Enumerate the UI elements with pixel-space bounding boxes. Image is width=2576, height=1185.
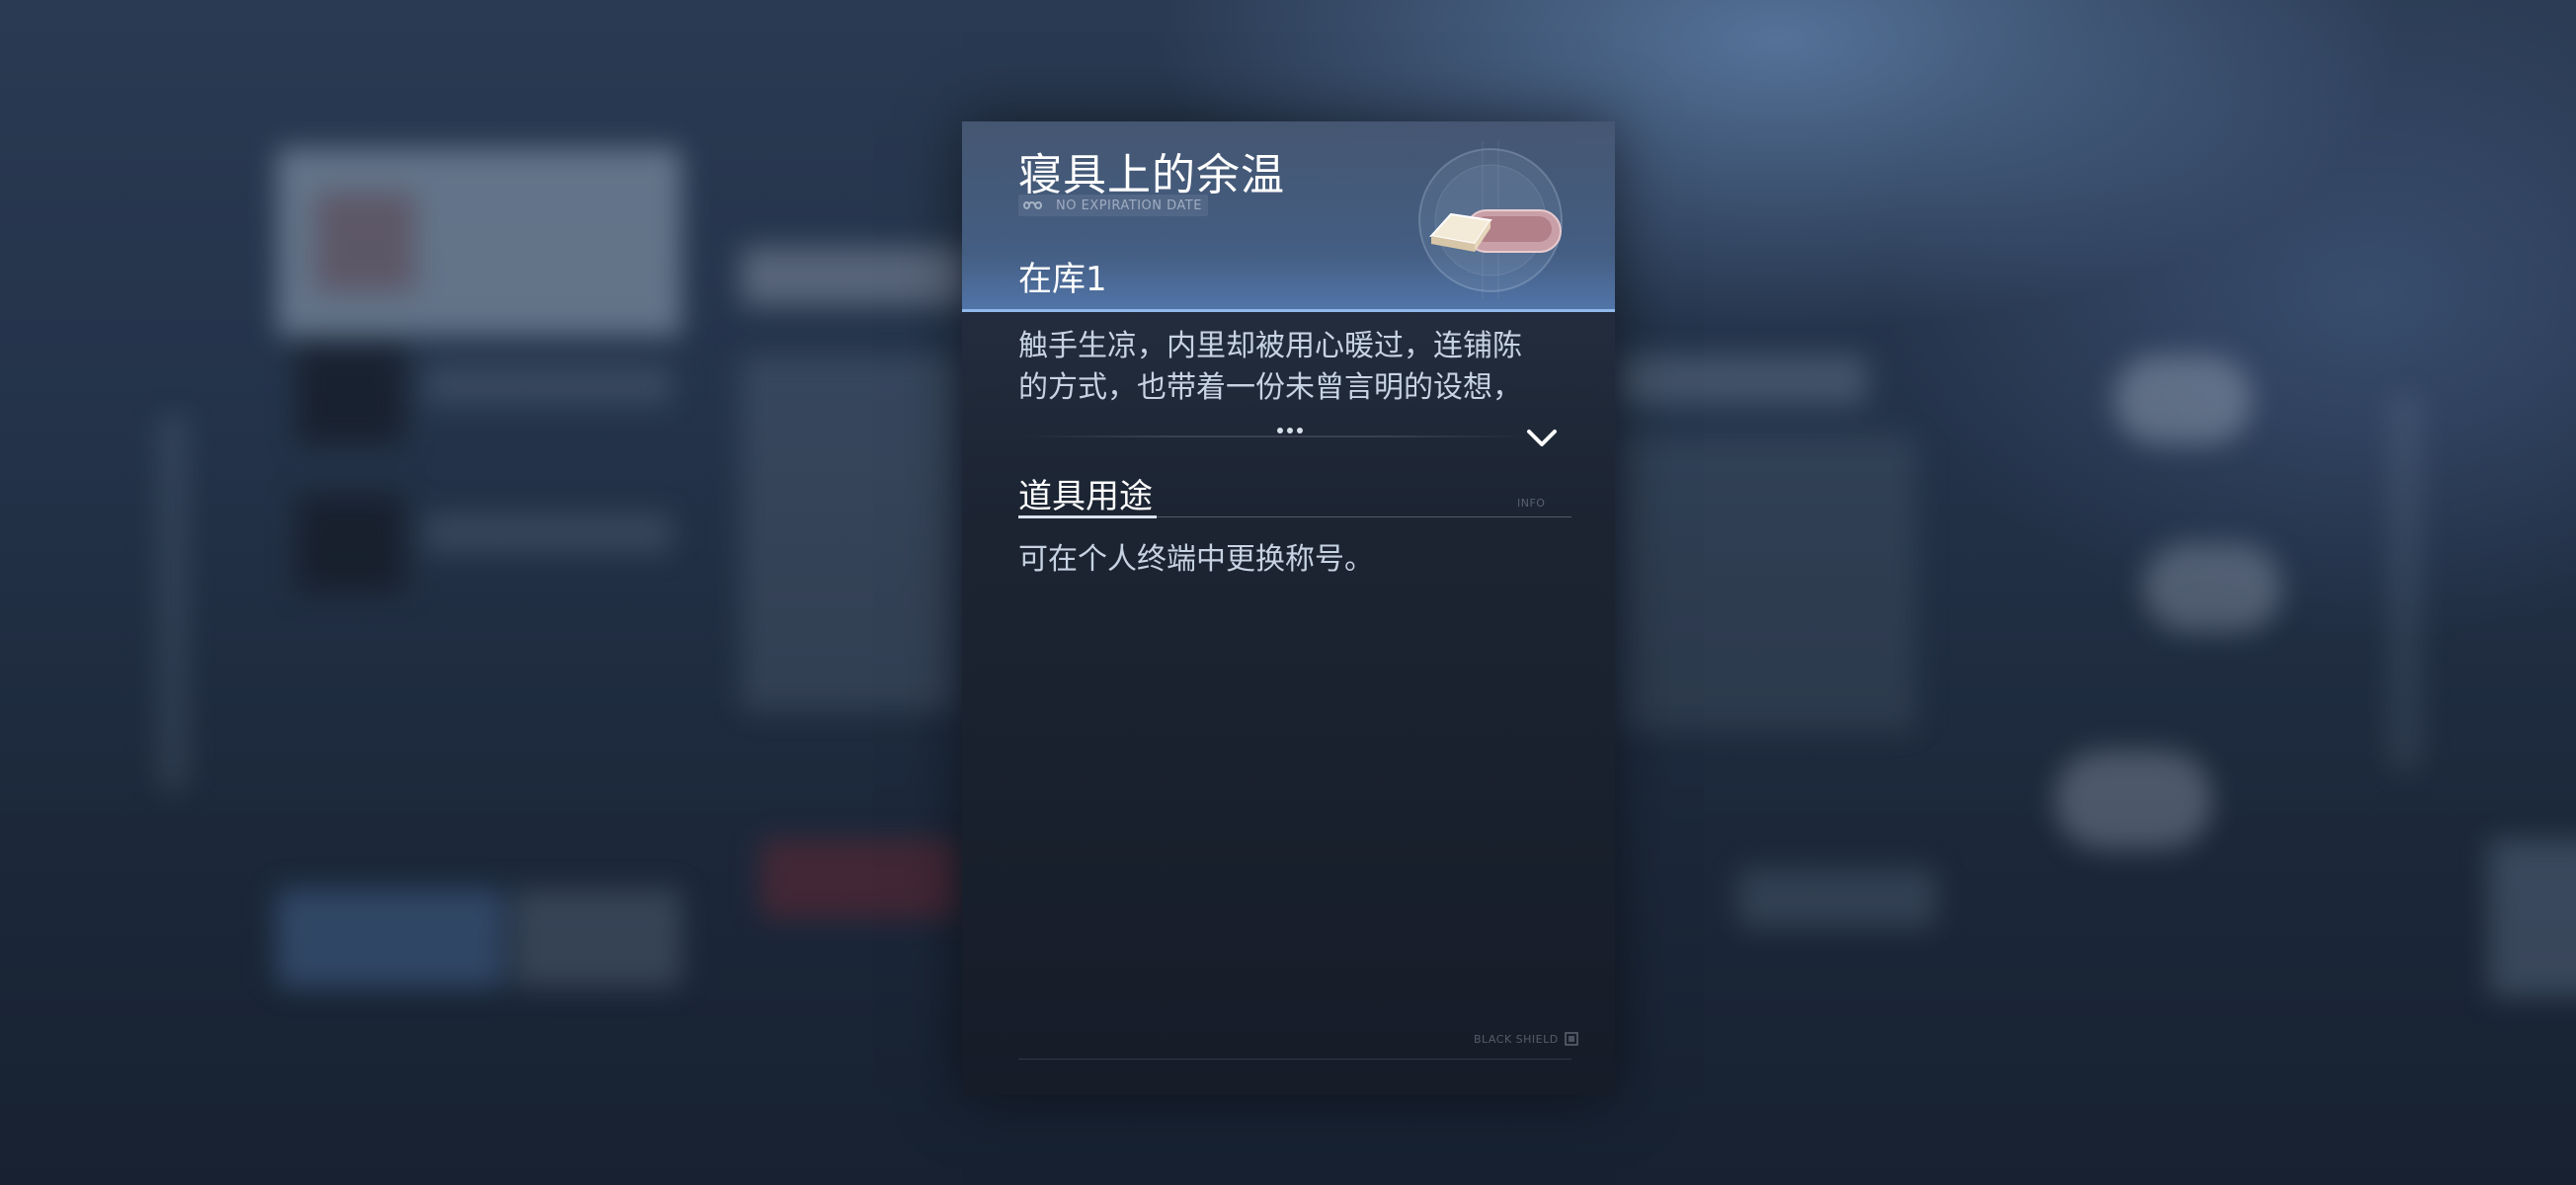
brand-square-icon bbox=[1564, 1032, 1578, 1046]
item-title: 寝具上的余温 bbox=[1018, 150, 1285, 200]
description-line: 的方式，也带着一份未曾言明的设想， bbox=[1018, 370, 1522, 405]
item-header: 寝具上的余温 NO EXPIRATION DATE 在库1 bbox=[962, 121, 1615, 312]
more-dots-icon bbox=[1275, 423, 1305, 438]
section-tag: INFO bbox=[1517, 497, 1546, 510]
expiry-text: NO EXPIRATION DATE bbox=[1056, 198, 1202, 213]
usage-text: 可在个人终端中更换称号。 bbox=[1018, 542, 1374, 577]
screen: 寝具上的余温 NO EXPIRATION DATE 在库1 触手生凉，内里却被用… bbox=[0, 0, 2576, 1185]
item-description: 触手生凉，内里却被用心暖过，连铺陈 的方式，也带着一份未曾言明的设想， bbox=[1018, 326, 1571, 409]
brand-text: BLACK SHIELD bbox=[1474, 1032, 1559, 1046]
stock-count: 在库1 bbox=[1018, 260, 1107, 299]
expiry-badge: NO EXPIRATION DATE bbox=[1018, 195, 1208, 216]
footer-divider bbox=[1018, 1059, 1571, 1060]
item-detail-panel: 寝具上的余温 NO EXPIRATION DATE 在库1 触手生凉，内里却被用… bbox=[962, 121, 1615, 1095]
chevron-down-icon[interactable] bbox=[1525, 426, 1559, 449]
section-title-underline bbox=[1018, 515, 1157, 518]
footer-brand: BLACK SHIELD bbox=[1474, 1032, 1578, 1046]
infinity-icon bbox=[1022, 201, 1043, 209]
bedding-item-icon bbox=[1418, 141, 1563, 299]
description-line: 触手生凉，内里却被用心暖过，连铺陈 bbox=[1018, 329, 1522, 363]
usage-section-title: 道具用途 bbox=[1018, 477, 1153, 516]
